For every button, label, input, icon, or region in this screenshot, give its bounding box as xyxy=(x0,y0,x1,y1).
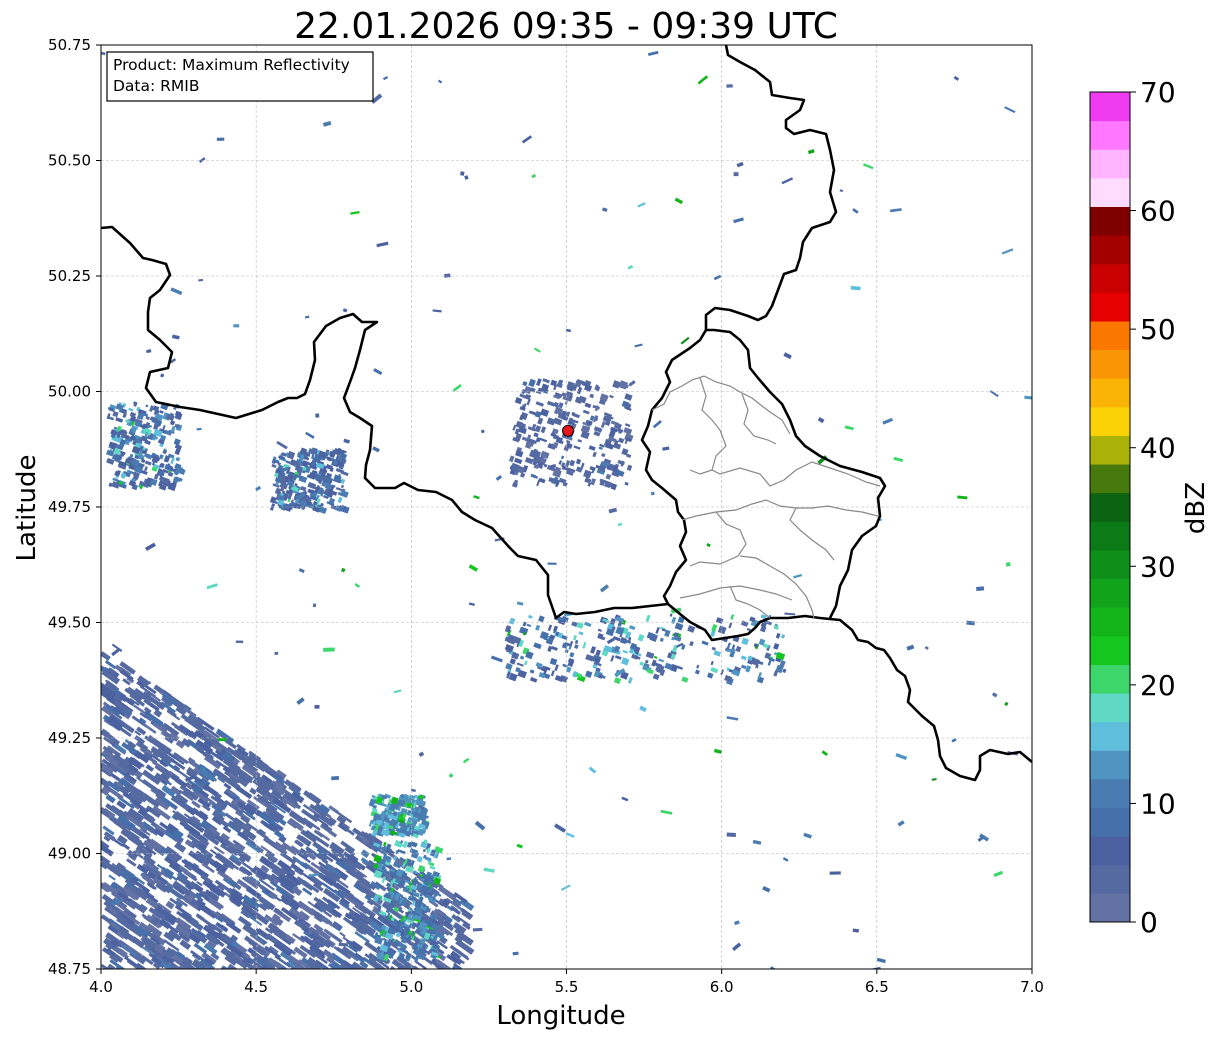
x-tick-label-5: 6.5 xyxy=(865,978,889,996)
colorbar-segment-9 xyxy=(1090,635,1130,665)
colorbar-segment-4 xyxy=(1090,778,1130,809)
y-tick-label-3: 49.50 xyxy=(48,614,91,632)
info-box: Product: Maximum Reflectivity Data: RMIB xyxy=(106,51,374,102)
colorbar-segment-10 xyxy=(1090,607,1130,637)
x-tick-label-1: 4.5 xyxy=(244,978,268,996)
colorbar-segment-19 xyxy=(1090,349,1130,379)
echo-region-cell-4.95-49.10 xyxy=(368,793,430,839)
x-tick-label-6: 7.0 xyxy=(1020,978,1044,996)
colorbar-segment-7 xyxy=(1090,693,1130,723)
y-tick-label-1: 49.00 xyxy=(48,845,91,863)
y-tick-label-2: 49.25 xyxy=(48,729,91,747)
colorbar-tick-label-1: 10 xyxy=(1140,787,1176,820)
colorbar-tick-label-5: 50 xyxy=(1140,313,1176,346)
colorbar-segment-21 xyxy=(1090,292,1130,322)
colorbar-segment-5 xyxy=(1090,750,1130,780)
x-tick-label-3: 5.5 xyxy=(555,978,579,996)
colorbar-segment-23 xyxy=(1090,235,1130,265)
colorbar: 0 10 20 30 40 50 60 70 xyxy=(1089,76,1176,939)
colorbar-segment-24 xyxy=(1090,206,1130,236)
x-axis-label: Longitude xyxy=(496,1001,625,1031)
y-tick-label-4: 49.75 xyxy=(48,498,91,516)
y-tick-label-8: 50.75 xyxy=(48,36,91,54)
colorbar-segment-0 xyxy=(1090,893,1130,923)
colorbar-segment-3 xyxy=(1090,807,1130,837)
colorbar-tick-label-0: 0 xyxy=(1140,906,1158,939)
info-data-text: Data: RMIB xyxy=(113,77,200,95)
colorbar-segment-11 xyxy=(1090,578,1130,608)
colorbar-segment-12 xyxy=(1090,549,1130,580)
colorbar-segment-13 xyxy=(1090,521,1130,551)
radar-map-figure: 22.01.2026 09:35 - 09:39 UTC Product: Ma… xyxy=(12,6,1211,1031)
colorbar-segment-17 xyxy=(1090,406,1130,436)
x-tick-label-4: 6.0 xyxy=(710,978,734,996)
colorbar-segment-27 xyxy=(1090,120,1130,150)
colorbar-tick-label-2: 20 xyxy=(1140,669,1176,702)
radar-site-marker xyxy=(562,424,575,437)
colorbar-segment-18 xyxy=(1090,378,1130,408)
colorbar-segment-28 xyxy=(1090,92,1130,122)
colorbar-segment-22 xyxy=(1090,263,1130,293)
colorbar-segment-2 xyxy=(1090,836,1130,866)
colorbar-segment-14 xyxy=(1090,492,1130,522)
x-tick-label-0: 4.0 xyxy=(89,978,113,996)
y-tick-label-5: 50.00 xyxy=(48,383,91,401)
colorbar-segment-26 xyxy=(1090,149,1130,179)
y-tick-label-6: 50.25 xyxy=(48,267,91,285)
colorbar-tick-label-6: 60 xyxy=(1140,195,1176,228)
y-tick-label-0: 48.75 xyxy=(48,960,91,978)
colorbar-segment-8 xyxy=(1090,664,1130,694)
map-title: 22.01.2026 09:35 - 09:39 UTC xyxy=(294,6,838,47)
y-tick-label-7: 50.50 xyxy=(48,152,91,170)
colorbar-segment-25 xyxy=(1090,177,1130,207)
colorbar-tick-label-7: 70 xyxy=(1140,76,1176,109)
colorbar-segment-16 xyxy=(1090,435,1130,465)
colorbar-label: dBZ xyxy=(1181,482,1211,534)
colorbar-tick-label-4: 40 xyxy=(1140,432,1176,465)
colorbar-segment-1 xyxy=(1090,864,1130,894)
x-tick-label-2: 5.0 xyxy=(399,978,423,996)
colorbar-segment-20 xyxy=(1090,320,1130,351)
colorbar-segment-6 xyxy=(1090,721,1130,751)
colorbar-segment-15 xyxy=(1090,464,1130,494)
y-axis-label: Latitude xyxy=(12,454,42,561)
colorbar-tick-label-3: 30 xyxy=(1140,550,1176,583)
info-product-text: Product: Maximum Reflectivity xyxy=(113,56,350,74)
